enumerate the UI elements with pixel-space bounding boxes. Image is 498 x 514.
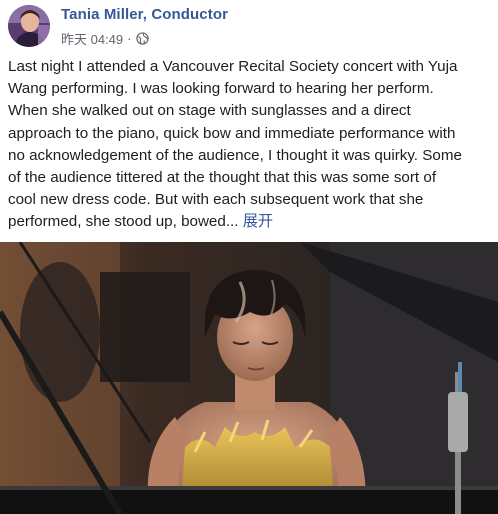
- facebook-post: Tania Miller, Conductor 昨天 04:49 · Last …: [0, 0, 498, 514]
- expand-link[interactable]: 展开: [243, 213, 273, 230]
- pianist-photo-image: [0, 242, 498, 514]
- post-text-line: Wang performing. I was looking forward t…: [8, 80, 434, 98]
- post-text-line: of the audience tittered at the thought …: [8, 168, 437, 186]
- avatar-image: [8, 5, 50, 47]
- author-name[interactable]: Tania Miller, Conductor: [61, 6, 228, 23]
- post-timestamp[interactable]: 昨天 04:49: [61, 29, 123, 48]
- globe-icon[interactable]: [135, 32, 149, 45]
- post-meta: 昨天 04:49 ·: [61, 29, 149, 48]
- post-text-last-line: performed, she stood up, bowed... 展开: [8, 211, 496, 233]
- post-body: Last night I attended a Vancouver Recita…: [8, 56, 496, 234]
- post-text-truncated: performed, she stood up, bowed...: [8, 213, 239, 231]
- post-text-line: no acknowledgement of the audience, I th…: [8, 146, 462, 164]
- post-text-line: Last night I attended a Vancouver Recita…: [8, 58, 458, 75]
- post-text-line: cool new dress code. But with each subse…: [8, 191, 424, 209]
- author-avatar[interactable]: [8, 5, 50, 47]
- post-text-line: When she walked out on stage with sungla…: [8, 102, 411, 120]
- meta-separator: ·: [127, 31, 132, 46]
- post-header: Tania Miller, Conductor 昨天 04:49 ·: [0, 0, 498, 54]
- post-photo[interactable]: [0, 242, 498, 514]
- post-text-line: approach to the piano, quick bow and imm…: [8, 124, 456, 142]
